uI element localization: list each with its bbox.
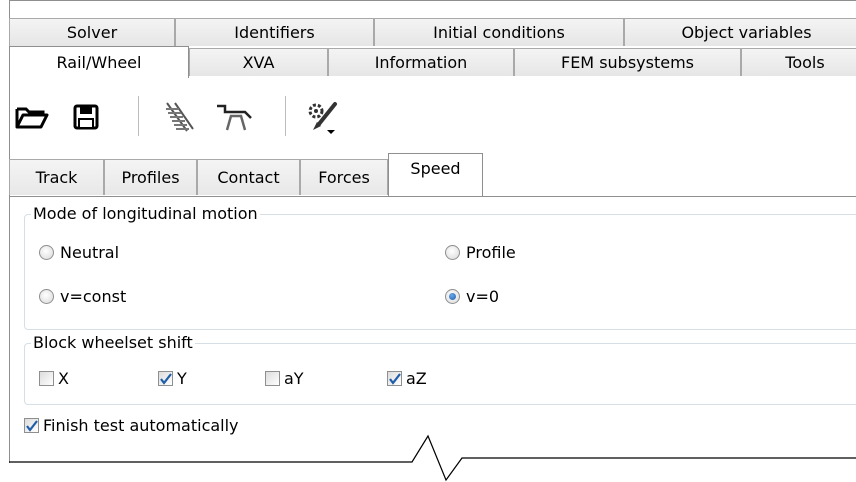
save-icon[interactable]: [65, 96, 107, 138]
tab-label: Rail/Wheel: [56, 53, 142, 72]
checkbox-x[interactable]: X: [39, 369, 69, 388]
subtab-underline: [9, 196, 856, 197]
tab-fem-subsystems[interactable]: FEM subsystems: [514, 48, 741, 76]
tab-label: Tools: [785, 53, 825, 72]
tab-label: Information: [374, 53, 468, 72]
tab-row-top: Solver Identifiers Initial conditions Ob…: [9, 18, 856, 47]
tab-rail-wheel[interactable]: Rail/Wheel: [9, 46, 189, 78]
radio-v-const[interactable]: v=const: [39, 287, 126, 306]
tab-label: Initial conditions: [433, 23, 565, 42]
tab-label: Identifiers: [234, 23, 315, 42]
radio-profile[interactable]: Profile: [445, 243, 516, 262]
tab-solver[interactable]: Solver: [9, 18, 175, 46]
radio-v-zero[interactable]: v=0: [445, 287, 499, 306]
tab-information[interactable]: Information: [328, 48, 514, 76]
radio-label: Neutral: [60, 243, 120, 262]
checkbox-box[interactable]: [158, 371, 173, 386]
subtab-profiles[interactable]: Profiles: [104, 159, 197, 195]
checkbox-box[interactable]: [387, 371, 402, 386]
longitudinal-motion-group: Mode of longitudinal motion Neutral Prof…: [24, 204, 856, 330]
subtab-forces[interactable]: Forces: [300, 159, 388, 195]
settings-wrench-icon[interactable]: [301, 96, 343, 138]
checkbox-ay[interactable]: aY: [265, 369, 304, 388]
checkbox-label: aZ: [406, 369, 427, 388]
tab-object-variables[interactable]: Object variables: [624, 18, 856, 46]
subtab-label: Track: [35, 168, 78, 187]
toolbar: [9, 88, 856, 150]
checkbox-box[interactable]: [39, 371, 54, 386]
radio-neutral[interactable]: Neutral: [39, 243, 119, 262]
checkbox-label: X: [58, 369, 69, 388]
tab-label: Object variables: [681, 23, 812, 42]
subtab-contact[interactable]: Contact: [197, 159, 300, 195]
checkbox-label: Y: [177, 369, 187, 388]
radio-button[interactable]: [39, 289, 54, 304]
tab-tools[interactable]: Tools: [741, 48, 856, 76]
subtab-speed[interactable]: Speed: [388, 153, 483, 196]
torn-edge-divider: [0, 434, 856, 482]
radio-button-selected[interactable]: [445, 289, 460, 304]
tab-initial-conditions[interactable]: Initial conditions: [374, 18, 624, 46]
wheel-profile-icon[interactable]: [213, 96, 255, 138]
checkbox-box[interactable]: [265, 371, 280, 386]
subtab-bar: Track Profiles Contact Forces Speed: [9, 153, 856, 197]
radio-label: v=0: [466, 287, 500, 306]
subtab-label: Speed: [410, 158, 461, 178]
checkbox-y[interactable]: Y: [158, 369, 187, 388]
subtab-track[interactable]: Track: [9, 159, 104, 195]
subtab-label: Forces: [318, 168, 370, 187]
checkbox-label: aY: [284, 369, 304, 388]
checkmark-icon: [389, 373, 401, 385]
subtab-label: Profiles: [121, 168, 180, 187]
tab-xva[interactable]: XVA: [189, 48, 328, 76]
subtab-label: Contact: [217, 168, 280, 187]
tab-identifiers[interactable]: Identifiers: [175, 18, 374, 46]
radio-label: v=const: [60, 287, 127, 306]
toolbar-separator: [285, 96, 286, 136]
checkmark-icon: [160, 373, 172, 385]
radio-button[interactable]: [39, 245, 54, 260]
tab-label: XVA: [242, 53, 275, 72]
open-folder-icon[interactable]: [11, 96, 53, 138]
group-title: Mode of longitudinal motion: [31, 204, 260, 224]
tab-row-bottom: Rail/Wheel XVA Information FEM subsystem…: [9, 46, 856, 78]
group-title: Block wheelset shift: [31, 333, 195, 353]
wheelset-shift-group: Block wheelset shift X Y aY aZ: [24, 333, 856, 405]
tab-label: FEM subsystems: [560, 53, 694, 72]
tab-label: Solver: [66, 23, 118, 42]
track-icon[interactable]: [157, 96, 199, 138]
radio-button[interactable]: [445, 245, 460, 260]
checkbox-az[interactable]: aZ: [387, 369, 427, 388]
toolbar-separator: [138, 96, 139, 136]
radio-label: Profile: [466, 243, 516, 262]
